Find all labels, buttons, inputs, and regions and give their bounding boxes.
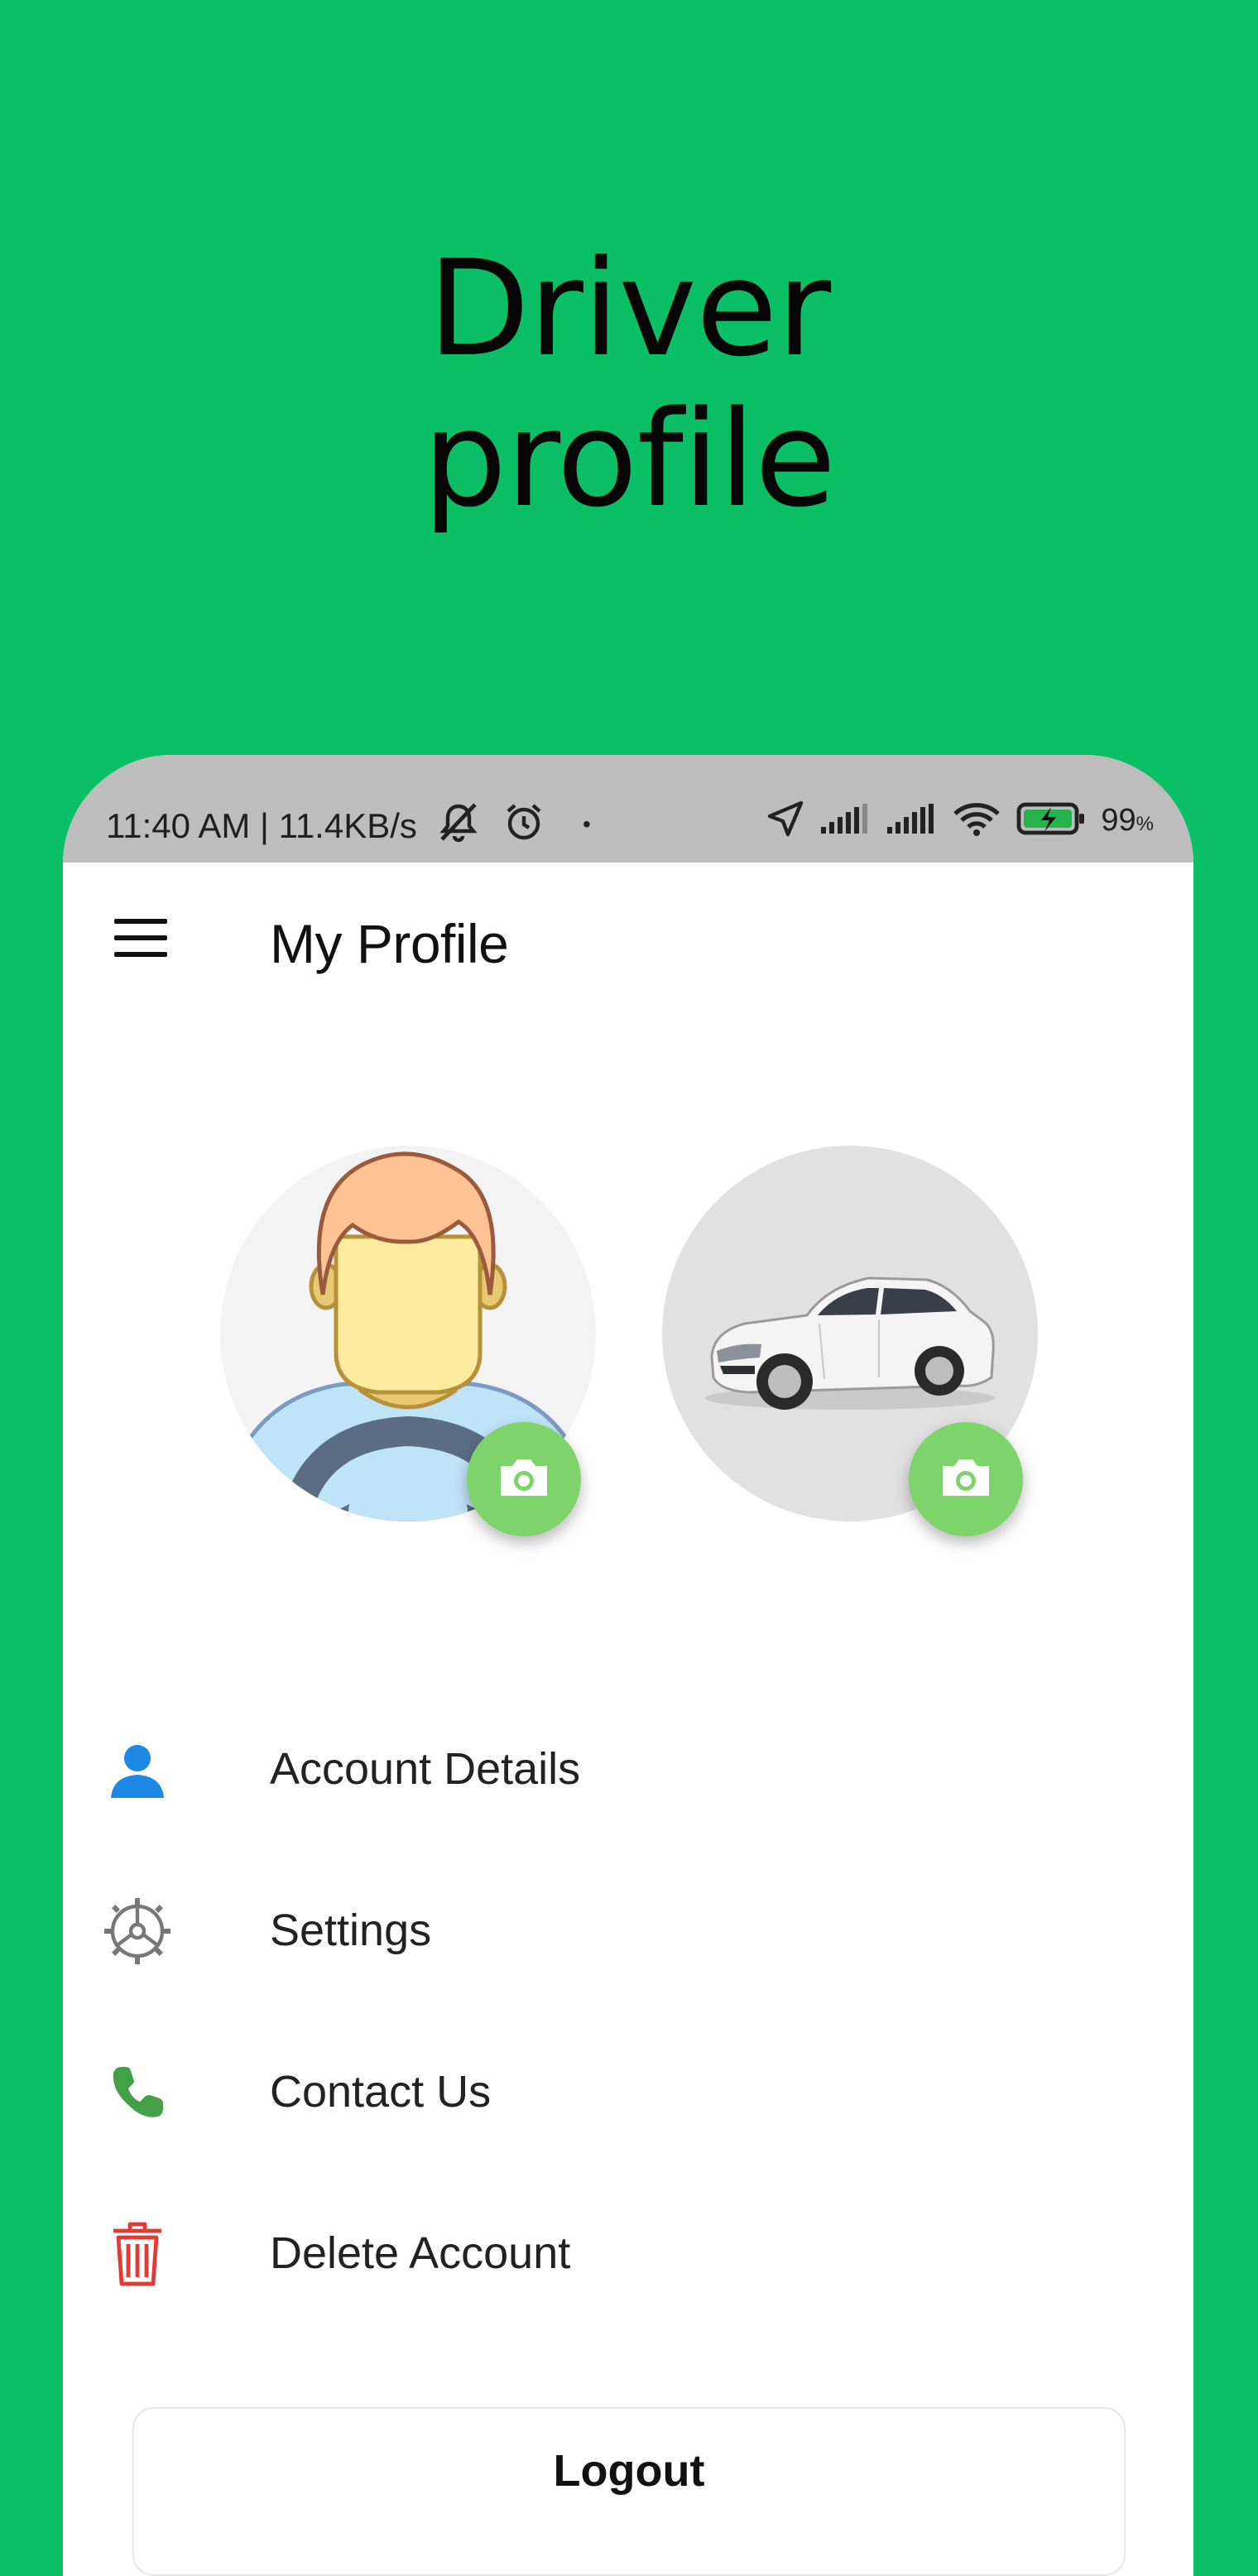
menu-item-label: Delete Account bbox=[270, 2228, 571, 2278]
status-right-icons: 99% bbox=[766, 800, 1154, 842]
hamburger-menu-icon[interactable] bbox=[114, 919, 172, 968]
menu-item-label: Settings bbox=[270, 1906, 432, 1955]
status-left-icons: • bbox=[435, 801, 591, 847]
alarm-clock-icon bbox=[503, 801, 545, 847]
menu-item-delete-account[interactable]: Delete Account bbox=[63, 2188, 1193, 2312]
menu-item-label: Contact Us bbox=[270, 2067, 492, 2117]
camera-icon bbox=[494, 1453, 554, 1507]
status-bar: 11:40 AM | 11.4KB/s • 99% bbox=[63, 755, 1193, 863]
signal-icon-2 bbox=[886, 802, 937, 839]
logout-label: Logout bbox=[553, 2446, 705, 2496]
wifi-icon bbox=[952, 800, 1001, 841]
hero-title: Driver profile bbox=[0, 233, 1258, 535]
page-title: My Profile bbox=[270, 913, 509, 974]
person-icon bbox=[104, 1737, 170, 1803]
phone-screen: 11:40 AM | 11.4KB/s • 99% My Profile Acc… bbox=[63, 755, 1193, 2576]
muted-bell-icon bbox=[435, 801, 482, 847]
location-arrow-icon bbox=[766, 800, 804, 842]
status-dot: • bbox=[583, 810, 591, 837]
battery-percent: 99% bbox=[1101, 803, 1154, 838]
change-driver-photo-button[interactable] bbox=[467, 1422, 581, 1536]
menu-item-contact-us[interactable]: Contact Us bbox=[63, 2026, 1193, 2151]
hero-title-line-2: profile bbox=[422, 382, 836, 536]
battery-charging-icon bbox=[1016, 800, 1086, 841]
signal-icon bbox=[819, 802, 871, 839]
phone-icon bbox=[104, 2059, 170, 2126]
menu-item-account-details[interactable]: Account Details bbox=[63, 1704, 1193, 1828]
menu-item-label: Account Details bbox=[270, 1744, 581, 1794]
gear-icon bbox=[104, 1898, 170, 1964]
logout-button[interactable]: Logout bbox=[132, 2407, 1126, 2576]
trash-icon bbox=[104, 2221, 170, 2287]
menu-item-settings[interactable]: Settings bbox=[63, 1865, 1193, 1989]
change-vehicle-photo-button[interactable] bbox=[909, 1422, 1023, 1536]
hero-title-line-1: Driver bbox=[427, 231, 831, 386]
status-time-speed: 11:40 AM | 11.4KB/s bbox=[106, 806, 417, 845]
camera-icon bbox=[936, 1453, 996, 1507]
